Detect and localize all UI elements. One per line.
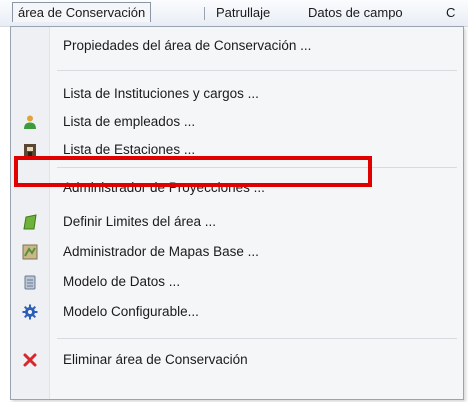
menubar-divider xyxy=(204,7,205,20)
menu-item-instituciones[interactable]: Lista de Instituciones y cargos ... xyxy=(11,79,463,109)
menu-item-label: Lista de empleados ... xyxy=(63,114,196,129)
menu-item-eliminar-area[interactable]: Eliminar área de Conservación xyxy=(11,345,463,375)
gear-icon xyxy=(22,304,38,320)
menu-truncated[interactable]: C xyxy=(446,5,455,20)
menu-item-label: Propiedades del área de Conservación ... xyxy=(63,38,312,53)
menu-patrullaje[interactable]: Patrullaje xyxy=(216,5,270,20)
database-icon xyxy=(22,274,38,290)
menu-separator xyxy=(57,338,457,339)
menu-bar: área de Conservación Patrullaje Datos de… xyxy=(0,0,468,27)
menu-datos-de-campo[interactable]: Datos de campo xyxy=(308,5,403,20)
users-icon xyxy=(22,114,38,130)
menu-item-modelo-datos[interactable]: Modelo de Datos ... xyxy=(11,267,463,297)
delete-x-icon xyxy=(22,352,38,368)
menu-item-label: Lista de Instituciones y cargos ... xyxy=(63,86,259,101)
boundary-icon xyxy=(22,214,38,230)
menu-item-label: Lista de Estaciones ... xyxy=(63,142,196,157)
menu-item-modelo-configurable[interactable]: Modelo Configurable... xyxy=(11,297,463,327)
basemap-icon xyxy=(22,244,38,260)
highlight-annotation-box xyxy=(14,156,372,187)
menu-separator xyxy=(57,70,457,71)
menu-item-definir-limites[interactable]: Definir Limites del área ... xyxy=(11,207,463,237)
menu-item-label: Modelo de Datos ... xyxy=(63,274,181,289)
menu-item-label: Modelo Configurable... xyxy=(63,304,199,319)
menu-item-propiedades[interactable]: Propiedades del área de Conservación ... xyxy=(11,31,463,61)
menu-item-empleados[interactable]: Lista de empleados ... xyxy=(11,107,463,137)
menu-item-label: Definir Limites del área ... xyxy=(63,214,217,229)
menu-area-de-conservacion[interactable]: área de Conservación xyxy=(12,2,152,22)
menu-item-label: Eliminar área de Conservación xyxy=(63,352,248,367)
area-de-conservacion-dropdown: Propiedades del área de Conservación ...… xyxy=(10,26,464,400)
menu-item-mapas-base[interactable]: Administrador de Mapas Base ... xyxy=(11,237,463,267)
menu-item-label: Administrador de Mapas Base ... xyxy=(63,244,259,259)
